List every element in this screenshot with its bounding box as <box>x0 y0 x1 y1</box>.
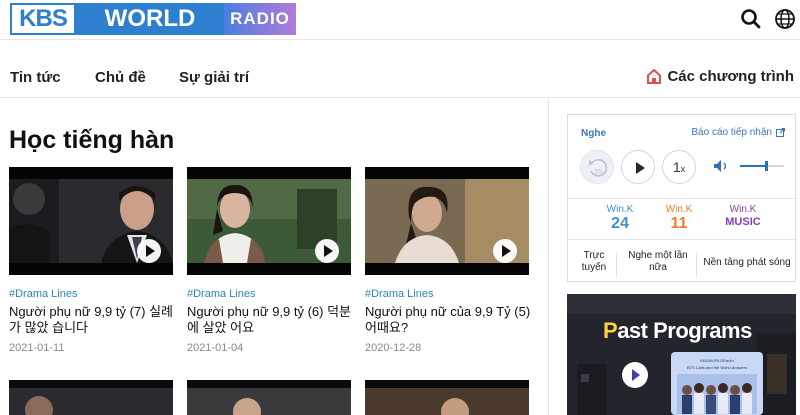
past-program-thumbnail[interactable]: KBSWORLDRadio BTS Calls and the World An… <box>671 352 763 415</box>
rewind-15-button[interactable]: 15 <box>580 150 614 184</box>
programs-link[interactable]: Các chương trình <box>647 68 794 85</box>
live-link-line1: Trực <box>583 250 605 261</box>
channel-wink-music[interactable]: Win.K MUSIC <box>713 205 773 229</box>
player-separator <box>568 198 797 199</box>
listen-again-line2: nữa <box>649 262 667 273</box>
video-card[interactable]: #Drama Lines Người phụ nữ 9,9 tỷ (6) 덕분에… <box>187 167 351 357</box>
volume-icon[interactable] <box>713 159 731 173</box>
video-card[interactable]: #Drama Lines Người phụ nữ 9,9 tỷ (7) 실례가… <box>9 167 173 357</box>
channel-number: MUSIC <box>725 216 761 228</box>
rewind-seconds: 15 <box>594 169 602 176</box>
past-programs-title-initial: P <box>603 318 618 343</box>
card-date: 2021-01-11 <box>9 342 65 354</box>
player-separator <box>568 239 797 240</box>
card-title[interactable]: Người phụ nữ của 9,9 Tỷ (5) 어때요? <box>365 304 531 336</box>
main-nav: Tin tức Chủ đề Sự giải trí Các chương tr… <box>0 40 800 98</box>
card-tag[interactable]: #Drama Lines <box>365 288 433 300</box>
nav-item-topics[interactable]: Chủ đề <box>95 69 146 86</box>
nav-item-entertainment[interactable]: Sự giải trí <box>179 69 249 86</box>
video-thumbnail[interactable] <box>365 167 529 275</box>
drama-scene-image <box>365 388 529 415</box>
playback-speed-button[interactable]: 1x <box>662 150 696 184</box>
video-thumbnail[interactable] <box>365 380 529 415</box>
search-icon[interactable] <box>740 8 762 30</box>
listen-label: Nghe <box>581 128 606 139</box>
volume-slider[interactable] <box>740 161 784 171</box>
video-card[interactable]: #Drama Lines Người phụ nữ của 9,9 Tỷ (5)… <box>365 167 531 357</box>
listen-again-line1: Nghe một lần <box>628 250 688 261</box>
play-button[interactable] <box>493 239 517 263</box>
past-programs-title-rest: ast Programs <box>617 318 752 343</box>
play-icon <box>636 162 645 174</box>
broadcast-platforms-label: Nền tảng phát sóng <box>703 257 791 268</box>
link-divider <box>616 253 617 277</box>
card-title[interactable]: Người phụ nữ 9,9 tỷ (6) 덕분에 살았 어요 <box>187 304 353 336</box>
live-link-line2: tuyến <box>581 262 607 273</box>
content-divider <box>548 99 549 415</box>
listen-again-link[interactable]: Nghe một lần nữa <box>622 250 694 274</box>
card-date: 2021-01-04 <box>187 342 244 354</box>
play-button[interactable] <box>137 239 161 263</box>
past-program-title: BTS Calls and the World Answers <box>687 365 747 370</box>
channel-brand: Win.K <box>665 204 693 215</box>
channel-wink-24[interactable]: Win.K 24 <box>590 205 650 233</box>
channel-brand: Win.K <box>606 204 634 215</box>
speed-suffix: x <box>680 164 686 174</box>
card-date: 2020-12-28 <box>365 342 422 354</box>
reception-report-label: Báo cáo tiếp nhận <box>691 127 772 138</box>
channel-wink-11[interactable]: Win.K 11 <box>649 205 709 233</box>
past-programs-banner[interactable]: Past Programs KBSWORLDRadio BTS Calls an… <box>567 294 796 415</box>
kbs-world-radio-logo[interactable]: KBS WORLD RADIO <box>10 3 296 35</box>
past-program-channel: KBSWORLDRadio <box>700 358 734 363</box>
group-photo-image <box>677 374 757 414</box>
speed-value: 1 <box>672 159 681 175</box>
broadcast-platforms-link[interactable]: Nền tảng phát sóng <box>700 257 794 269</box>
volume-handle[interactable] <box>765 161 769 171</box>
banner-play-button[interactable] <box>622 362 648 388</box>
nav-item-news[interactable]: Tin tức <box>10 69 61 86</box>
globe-icon[interactable] <box>774 8 796 30</box>
logo-kbs-text: KBS <box>10 3 76 35</box>
programs-label: Các chương trình <box>667 68 794 85</box>
drama-scene-image <box>9 388 173 415</box>
logo-radio-text: RADIO <box>224 3 296 35</box>
reception-report-link[interactable]: Báo cáo tiếp nhận <box>691 127 785 138</box>
video-thumbnail[interactable] <box>9 380 173 415</box>
past-programs-title: Past Programs <box>603 318 752 344</box>
card-title[interactable]: Người phụ nữ 9,9 tỷ (7) 실례가 많았 습니다 <box>9 304 175 336</box>
link-divider <box>696 253 697 277</box>
radio-player: Nghe Báo cáo tiếp nhận 15 1x Win.K 24 Wi… <box>567 114 797 282</box>
top-header: KBS WORLD RADIO <box>0 0 800 40</box>
channel-number: 11 <box>670 215 688 232</box>
channel-number: 24 <box>611 215 629 232</box>
play-button[interactable] <box>315 239 339 263</box>
rewind-icon: 15 <box>589 159 608 177</box>
play-pause-button[interactable] <box>621 150 655 184</box>
page-title: Học tiếng hàn <box>9 126 175 154</box>
live-link[interactable]: Trực tuyến <box>576 250 612 274</box>
volume-fill <box>740 165 767 167</box>
card-tag[interactable]: #Drama Lines <box>187 288 255 300</box>
card-tag[interactable]: #Drama Lines <box>9 288 77 300</box>
logo-world-text: WORLD <box>76 3 224 35</box>
home-icon <box>647 69 662 84</box>
video-thumbnail[interactable] <box>187 167 351 275</box>
video-thumbnail[interactable] <box>187 380 351 415</box>
drama-scene-image <box>187 388 351 415</box>
channel-brand: Win.K <box>729 204 757 215</box>
video-thumbnail[interactable] <box>9 167 173 275</box>
external-link-icon <box>776 128 785 137</box>
